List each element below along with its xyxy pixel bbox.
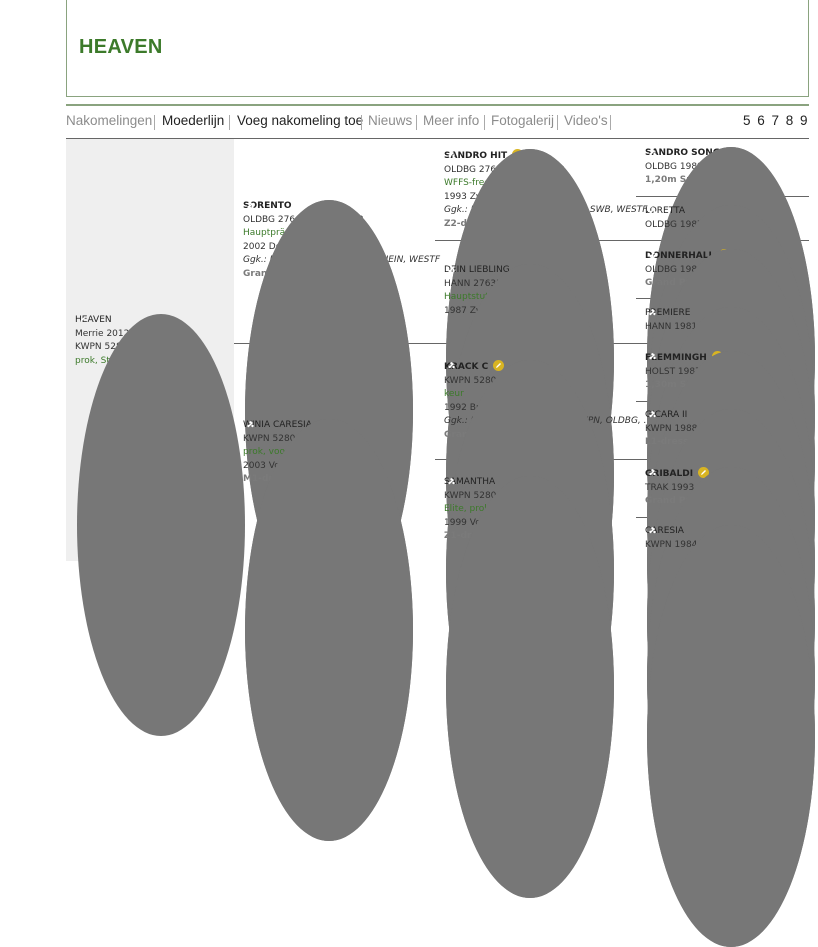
tab-separator xyxy=(154,115,155,130)
tab-nakomelingen[interactable]: Nakomelingen xyxy=(66,113,152,128)
tab-separator xyxy=(557,115,558,130)
ancestor-horse: CARESIA KWPN 1984 xyxy=(645,525,815,947)
tab-separator xyxy=(484,115,485,130)
tab-moederlijn[interactable]: Moederlijn xyxy=(162,113,224,128)
grandsire-horse: KRACK C KWPN 528003199205860 keur 1992 B… xyxy=(444,360,652,782)
dam-horse: WINIA CARESIA KWPN 528003200300116 prok,… xyxy=(243,419,413,841)
tab-bar: Nakomelingen Moederlijn Voeg nakomeling … xyxy=(66,113,809,133)
pagination[interactable]: 5 6 7 8 9 xyxy=(743,113,809,128)
ancestor-horse: FLEMMINGH HOLST 1987 1,30m Spr. xyxy=(645,351,815,773)
tab-separator xyxy=(416,115,417,130)
edit-pencil-icon[interactable] xyxy=(446,476,614,898)
ancestor-horse: LORETTA OLDBG 1987 xyxy=(645,205,815,627)
granddam-horse: DEIN LIEBLING HANN 276331310655987 Haupt… xyxy=(444,264,614,686)
subject-horse: HEAVEN Merrie 2012 Vos 1,65 m KWPN 52800… xyxy=(75,314,245,736)
tab-separator xyxy=(610,115,611,130)
edit-pencil-icon[interactable] xyxy=(245,419,413,841)
ancestor-horse: PREMIERE HANN 1981 xyxy=(645,307,815,729)
ancestor-horse: SANDRO SONG OLDBG 1988 1,20m Spr. Z2-dre… xyxy=(645,147,815,569)
pedigree-table: HEAVEN Merrie 2012 Vos 1,65 m KWPN 52800… xyxy=(66,139,815,947)
tab-separator xyxy=(361,115,362,130)
tab-fotogalerij[interactable]: Fotogalerij xyxy=(491,113,554,128)
grandsire-horse: SANDRO HIT OLDBG 276333330471993 WFFS-fr… xyxy=(444,149,655,571)
medal-icon[interactable] xyxy=(493,360,505,371)
tab-nieuws[interactable]: Nieuws xyxy=(368,113,412,128)
page-title: HEAVEN xyxy=(79,36,163,58)
ancestor-horse: GRIBALDI TRAK 1993 Grand Prix xyxy=(645,467,815,889)
tab-voeg-nakomeling-toe[interactable]: Voeg nakomeling toe xyxy=(237,113,363,128)
ancestor-horse: DONNERHALL OLDBG 1981 Grand Prix xyxy=(645,249,815,671)
tab-videos[interactable]: Video's xyxy=(564,113,608,128)
tab-meer-info[interactable]: Meer info xyxy=(423,113,479,128)
ancestor-horse: GICARA II KWPN 1988 L1-dressuur xyxy=(645,409,815,831)
granddam-horse: SAMANTHA KWPN 528003199902583 Elite, pro… xyxy=(444,476,614,898)
edit-pencil-icon[interactable] xyxy=(647,525,815,947)
divider xyxy=(66,104,809,106)
title-box: HEAVEN xyxy=(66,0,809,97)
tab-separator xyxy=(229,115,230,130)
sire-horse: SORENTO OLDBG 276433330248102 Hauptprämi… xyxy=(243,200,440,622)
edit-pencil-icon[interactable] xyxy=(77,314,245,736)
